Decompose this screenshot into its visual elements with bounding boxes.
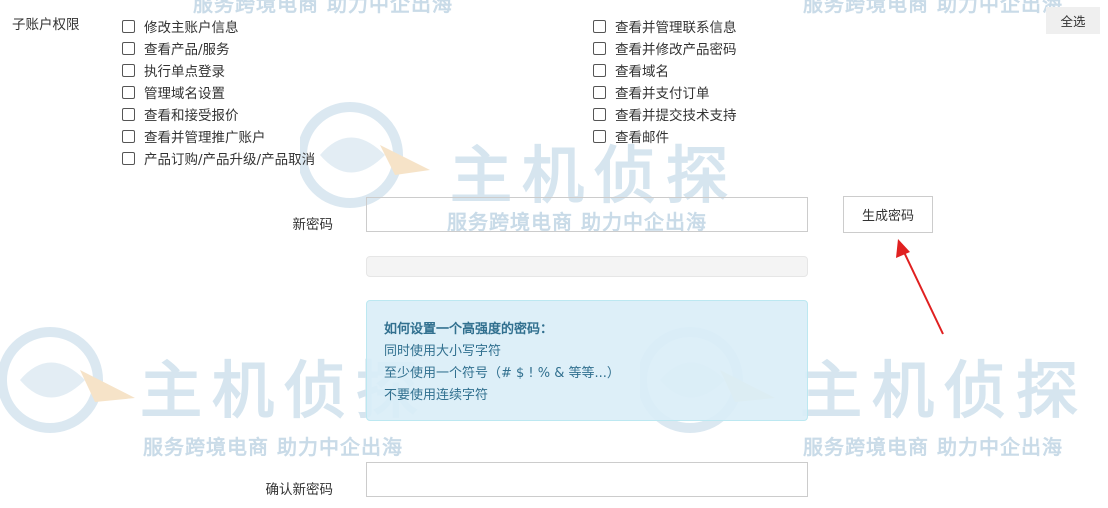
permission-label: 查看并修改产品密码 bbox=[615, 42, 737, 58]
watermark-slogan: 服务跨境电商 助力中企出海 bbox=[803, 0, 1063, 16]
select-all-button[interactable]: 全选 bbox=[1046, 7, 1100, 34]
watermark-logo-icon bbox=[300, 102, 430, 208]
checkbox-icon[interactable] bbox=[122, 19, 135, 33]
checkbox-icon[interactable] bbox=[593, 19, 606, 33]
permission-item[interactable]: 查看邮件 bbox=[593, 125, 737, 147]
new-password-label: 新密码 bbox=[292, 217, 334, 233]
generate-password-button[interactable]: 生成密码 bbox=[843, 196, 933, 233]
tips-line: 不要使用连续字符 bbox=[384, 388, 489, 403]
tips-title: 如何设置一个高强度的密码： bbox=[384, 322, 554, 337]
permission-item[interactable]: 查看并支付订单 bbox=[593, 81, 737, 103]
permission-label: 查看邮件 bbox=[615, 130, 669, 146]
permission-label: 修改主账户信息 bbox=[144, 20, 239, 36]
tips-line: 同时使用大小写字符 bbox=[384, 344, 502, 359]
permissions-label: 子账户权限 bbox=[12, 17, 80, 33]
watermark-slogan: 服务跨境电商 助力中企出海 bbox=[803, 435, 1063, 459]
checkbox-icon[interactable] bbox=[122, 129, 135, 143]
confirm-password-input[interactable] bbox=[366, 462, 808, 497]
page: 主机侦探 服务跨境电商 助力中企出海 主机侦探 服务跨境电商 助力中企出海 主机… bbox=[0, 0, 1108, 508]
permission-item[interactable]: 查看产品/服务 bbox=[122, 37, 315, 59]
watermark-logo-icon bbox=[0, 327, 135, 433]
checkbox-icon[interactable] bbox=[593, 85, 606, 99]
permission-label: 查看并支付订单 bbox=[615, 86, 710, 102]
permission-item[interactable]: 查看和接受报价 bbox=[122, 103, 315, 125]
permission-label: 查看并提交技术支持 bbox=[615, 108, 737, 124]
permission-item[interactable]: 查看并管理推广账户 bbox=[122, 125, 315, 147]
permission-item[interactable]: 查看并修改产品密码 bbox=[593, 37, 737, 59]
permission-item[interactable]: 查看并提交技术支持 bbox=[593, 103, 737, 125]
password-strength-bar bbox=[366, 256, 808, 277]
permission-label: 产品订购/产品升级/产品取消 bbox=[144, 152, 316, 168]
permission-label: 查看域名 bbox=[615, 64, 669, 80]
permission-item[interactable]: 查看并管理联系信息 bbox=[593, 15, 737, 37]
watermark-logo-text: 主机侦探 bbox=[800, 354, 1089, 427]
tips-line: 至少使用一个符号（# $ ! % & 等等...） bbox=[384, 366, 620, 381]
permission-label: 查看并管理联系信息 bbox=[615, 20, 737, 36]
checkbox-icon[interactable] bbox=[122, 107, 135, 121]
checkbox-icon[interactable] bbox=[122, 85, 135, 99]
checkbox-icon[interactable] bbox=[593, 107, 606, 121]
permission-item[interactable]: 修改主账户信息 bbox=[122, 15, 315, 37]
permissions-left-column: 修改主账户信息 查看产品/服务 执行单点登录 管理域名设置 查看和接受报价 查看… bbox=[122, 15, 315, 169]
permission-label: 管理域名设置 bbox=[144, 86, 225, 102]
permission-label: 查看和接受报价 bbox=[144, 108, 239, 124]
permission-label: 查看并管理推广账户 bbox=[144, 130, 266, 146]
permission-item[interactable]: 产品订购/产品升级/产品取消 bbox=[122, 147, 315, 169]
permission-item[interactable]: 管理域名设置 bbox=[122, 81, 315, 103]
confirm-password-label: 确认新密码 bbox=[265, 482, 334, 498]
checkbox-icon[interactable] bbox=[593, 41, 606, 55]
checkbox-icon[interactable] bbox=[122, 151, 135, 165]
password-tips-box: 如何设置一个高强度的密码： 同时使用大小写字符 至少使用一个符号（# $ ! %… bbox=[366, 300, 808, 421]
permission-label: 查看产品/服务 bbox=[144, 42, 230, 58]
permission-label: 执行单点登录 bbox=[144, 64, 225, 80]
checkbox-icon[interactable] bbox=[122, 41, 135, 55]
checkbox-icon[interactable] bbox=[593, 129, 606, 143]
permission-item[interactable]: 执行单点登录 bbox=[122, 59, 315, 81]
new-password-input[interactable] bbox=[366, 197, 808, 232]
permission-item[interactable]: 查看域名 bbox=[593, 59, 737, 81]
checkbox-icon[interactable] bbox=[122, 63, 135, 77]
permissions-right-column: 查看并管理联系信息 查看并修改产品密码 查看域名 查看并支付订单 查看并提交技术… bbox=[593, 15, 737, 147]
watermark-slogan: 服务跨境电商 助力中企出海 bbox=[143, 435, 403, 459]
checkbox-icon[interactable] bbox=[593, 63, 606, 77]
